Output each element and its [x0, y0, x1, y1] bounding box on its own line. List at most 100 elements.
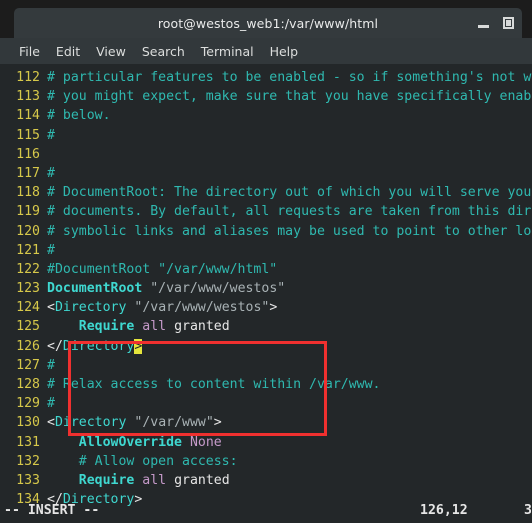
- code-token: #: [47, 396, 55, 412]
- code-line: 115 #: [0, 126, 532, 145]
- text-cursor: >: [134, 338, 143, 354]
- code-token: # below.: [47, 108, 111, 124]
- code-token: #: [47, 242, 55, 258]
- code-token: # you might expect, make sure that you h…: [47, 89, 532, 105]
- code-token: # particular features to be enabled - so…: [47, 70, 532, 85]
- code-line: 124 <Directory "/var/www/westos">: [0, 298, 532, 317]
- code-token: #: [47, 127, 55, 143]
- line-number: 119: [16, 204, 40, 220]
- code-token: <: [47, 415, 55, 431]
- code-token: #DocumentRoot "/var/www/html": [47, 261, 278, 277]
- window-controls: [478, 8, 514, 38]
- code-line: 127 #: [0, 356, 532, 375]
- code-token: # DocumentRoot: The directory out of whi…: [47, 185, 532, 201]
- code-line: 112 # particular features to be enabled -…: [0, 68, 532, 87]
- menu-item-search[interactable]: Search: [134, 42, 193, 61]
- code-token: DocumentRoot: [47, 281, 143, 297]
- code-token: Directory: [54, 415, 127, 431]
- code-token: >: [269, 300, 278, 316]
- code-token: <: [47, 300, 55, 316]
- menu-item-terminal[interactable]: Terminal: [193, 42, 262, 61]
- line-number: 113: [16, 89, 40, 105]
- line-number: 117: [16, 165, 40, 181]
- code-token: # symbolic links and aliases may be used…: [47, 223, 532, 239]
- code-token: "/var/www/westos": [134, 300, 270, 316]
- line-number: 115: [16, 127, 40, 143]
- code-line: 126 </Directory>: [0, 337, 532, 356]
- code-token: granted: [174, 319, 230, 335]
- terminal-window: root@westos_web1:/var/www/html File Edit V…: [0, 0, 532, 523]
- code-line: 118 # DocumentRoot: The directory out of …: [0, 183, 532, 202]
- window-titlebar[interactable]: root@westos_web1:/var/www/html: [14, 8, 522, 38]
- code-line: 122 #DocumentRoot "/var/www/html": [0, 260, 532, 279]
- line-number: 123: [16, 281, 40, 297]
- line-number: 133: [16, 472, 40, 488]
- code-token: granted: [174, 472, 230, 488]
- line-number: 129: [16, 396, 40, 412]
- menu-item-view[interactable]: View: [88, 42, 134, 61]
- code-line: 120 # symbolic links and aliases may be u…: [0, 222, 532, 241]
- code-token: all: [142, 319, 167, 335]
- scroll-percent-indicator: 3: [524, 503, 531, 518]
- menu-item-help[interactable]: Help: [262, 42, 307, 61]
- minimize-icon[interactable]: [478, 25, 489, 28]
- code-line: 129 #: [0, 394, 532, 413]
- code-line: 121 #: [0, 241, 532, 260]
- line-number: 132: [16, 453, 40, 469]
- code-token: # documents. By default, all requests ar…: [47, 204, 532, 220]
- code-token: # Allow open access:: [78, 453, 238, 469]
- code-line: 117 #: [0, 164, 532, 183]
- line-number: 116: [16, 146, 40, 162]
- line-number: 128: [16, 377, 40, 392]
- menu-item-file[interactable]: File: [11, 42, 48, 61]
- line-number: 118: [16, 185, 40, 201]
- cursor-position-indicator: 126,12: [420, 503, 468, 518]
- line-number: 121: [16, 242, 40, 258]
- code-token: Require: [78, 472, 135, 488]
- editor-content: 112 # particular features to be enabled -…: [0, 68, 532, 509]
- code-token: #: [47, 165, 55, 181]
- code-token: AllowOverride: [78, 434, 182, 450]
- code-line: 130 <Directory "/var/www">: [0, 413, 532, 432]
- line-number: 112: [16, 70, 40, 85]
- line-number: 130: [16, 415, 40, 431]
- menu-bar: File Edit View Search Terminal Help: [0, 38, 532, 64]
- code-line: 132 # Allow open access:: [0, 452, 532, 471]
- code-token: Directory: [54, 300, 127, 316]
- menu-item-edit[interactable]: Edit: [48, 42, 88, 61]
- terminal-body[interactable]: 112 # particular features to be enabled -…: [0, 64, 532, 523]
- code-token: #: [47, 357, 55, 373]
- code-line: 123 DocumentRoot "/var/www/westos": [0, 279, 532, 298]
- code-line: 128 # Relax access to content within /var…: [0, 375, 532, 394]
- code-token: "/var/www/westos": [150, 281, 286, 297]
- window-title: root@westos_web1:/var/www/html: [157, 15, 379, 31]
- code-line: 113 # you might expect, make sure that yo…: [0, 87, 532, 106]
- code-token: "/var/www": [134, 415, 214, 431]
- maximize-icon[interactable]: [503, 17, 514, 29]
- line-number: 122: [16, 261, 40, 277]
- line-number: 131: [16, 434, 40, 450]
- code-line: 133 Require all granted: [0, 471, 532, 490]
- line-number: 126: [16, 338, 40, 354]
- code-line: 125 Require all granted: [0, 317, 532, 336]
- code-token: Directory: [62, 338, 135, 354]
- code-token: Require: [78, 319, 135, 335]
- line-number: 114: [16, 108, 40, 124]
- code-token: >: [213, 415, 222, 431]
- code-line: 131 AllowOverride None: [0, 433, 532, 452]
- code-line: 116: [0, 145, 532, 164]
- line-number: 125: [16, 319, 40, 335]
- line-number: 120: [16, 223, 40, 239]
- code-token: None: [189, 434, 222, 450]
- code-line: 119 # documents. By default, all requests…: [0, 202, 532, 221]
- line-number: 127: [16, 357, 40, 373]
- code-line: 114 # below.: [0, 106, 532, 125]
- code-token: # Relax access to content within /var/ww…: [47, 377, 381, 392]
- code-token: </: [47, 338, 63, 354]
